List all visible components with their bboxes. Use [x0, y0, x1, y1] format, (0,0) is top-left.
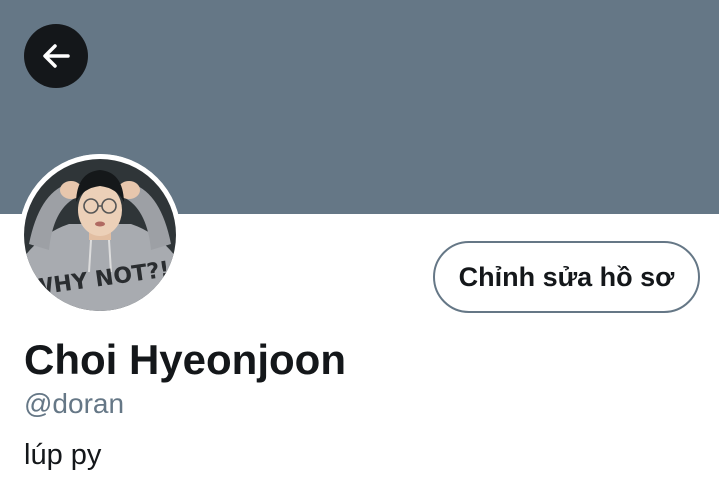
- avatar[interactable]: WHY NOT?!: [19, 154, 181, 316]
- user-bio: lúp py: [24, 439, 102, 471]
- profile-photo: WHY NOT?!: [19, 154, 181, 316]
- arrow-left-icon: [43, 44, 70, 68]
- edit-profile-button[interactable]: Chỉnh sửa hồ sơ: [433, 241, 700, 313]
- back-button[interactable]: [24, 24, 88, 88]
- user-handle: @doran: [24, 388, 125, 419]
- display-name: Choi Hyeonjoon: [24, 336, 346, 383]
